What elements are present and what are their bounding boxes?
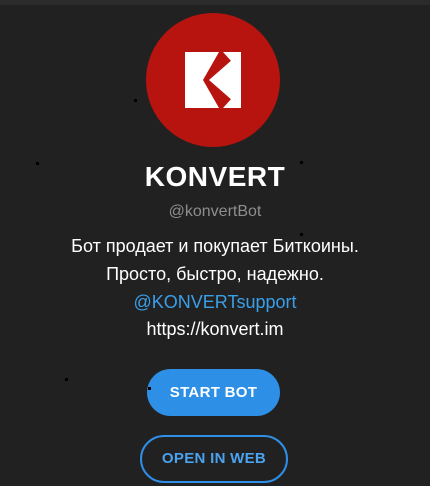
open-in-web-button[interactable]: OPEN IN WEB [140,435,288,483]
description-line-1: Бот продает и покупает Биткоины. [71,236,359,256]
speck [148,387,151,390]
speck [300,161,303,164]
bot-profile-screen: KONVERT @konvertBot Бот продает и покупа… [0,0,430,486]
avatar [146,13,280,147]
konvert-k-logo-icon [185,52,241,108]
website-link[interactable]: https://konvert.im [0,318,430,340]
speck [65,378,68,381]
bot-name: KONVERT [144,161,286,192]
top-strip [0,0,430,5]
speck [134,99,137,102]
description-line-2: Просто, быстро, надежно. [106,264,324,284]
speck [300,233,303,236]
support-link[interactable]: @KONVERTsupport [0,291,430,313]
start-bot-button[interactable]: START BOT [147,369,280,416]
speck [36,162,39,165]
bot-username: @konvertBot [168,203,262,220]
